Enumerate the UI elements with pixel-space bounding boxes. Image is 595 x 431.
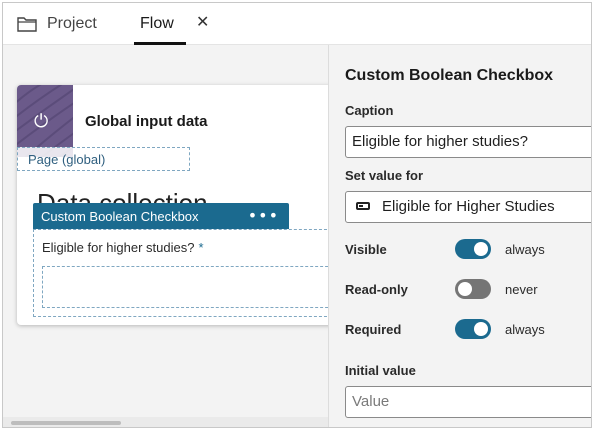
folder-icon (17, 17, 37, 32)
set-value-label: Set value for (345, 168, 424, 183)
tab-flow-label: Flow (140, 15, 174, 32)
horizontal-scrollbar[interactable] (3, 417, 328, 427)
toggle-knob (458, 282, 472, 296)
tab-project[interactable]: Project (17, 3, 97, 45)
visible-state: always (505, 242, 545, 257)
initial-value-input[interactable]: Value (345, 386, 591, 418)
global-input-title: Global input data (85, 113, 208, 130)
section-heading: Data collection (37, 188, 208, 203)
page-card: ⏻ Global input data Data collection Page… (17, 85, 338, 325)
set-value-text: Eligible for Higher Studies (382, 198, 555, 215)
caption-label: Caption (345, 103, 394, 118)
boolean-field-icon (356, 202, 370, 211)
readonly-state: never (505, 282, 538, 297)
page-global-selection[interactable]: Page (global) (17, 147, 190, 171)
close-icon[interactable]: ✕ (196, 12, 209, 32)
required-toggle[interactable] (455, 319, 491, 339)
page-global-label: Page (global) (28, 152, 106, 167)
tab-flow[interactable]: Flow ✕ (134, 3, 246, 45)
readonly-label: Read-only (345, 282, 408, 297)
plug-icon: ⏻ (34, 111, 49, 132)
component-header[interactable]: Custom Boolean Checkbox ••• (33, 203, 289, 229)
properties-panel: Custom Boolean Checkbox Caption Eligible… (328, 45, 591, 427)
visible-toggle[interactable] (455, 239, 491, 259)
field-label: Eligible for higher studies? * (42, 240, 204, 255)
tab-project-label: Project (47, 15, 97, 32)
app-window: Project Flow ✕ ⏻ Global input data Data … (2, 2, 592, 428)
checkbox-field-placeholder[interactable] (42, 266, 338, 308)
toggle-knob (474, 322, 488, 336)
flow-canvas[interactable]: ⏻ Global input data Data collection Page… (3, 45, 338, 427)
set-value-field[interactable]: Eligible for Higher Studies (345, 191, 591, 223)
required-state: always (505, 322, 545, 337)
toggle-knob (474, 242, 488, 256)
scrollbar-thumb[interactable] (11, 421, 121, 425)
initial-value-label: Initial value (345, 363, 416, 378)
readonly-toggle[interactable] (455, 279, 491, 299)
panel-title: Custom Boolean Checkbox (345, 67, 554, 84)
caption-input[interactable]: Eligible for higher studies? (345, 126, 591, 158)
component-body[interactable]: Eligible for higher studies? * (33, 229, 338, 317)
visible-label: Visible (345, 242, 387, 257)
field-label-text: Eligible for higher studies? (42, 240, 195, 255)
required-indicator: * (198, 240, 204, 255)
required-label: Required (345, 322, 402, 337)
component-header-label: Custom Boolean Checkbox (41, 209, 199, 224)
tab-bar: Project Flow ✕ (3, 3, 591, 45)
more-options-icon[interactable]: ••• (248, 206, 279, 225)
